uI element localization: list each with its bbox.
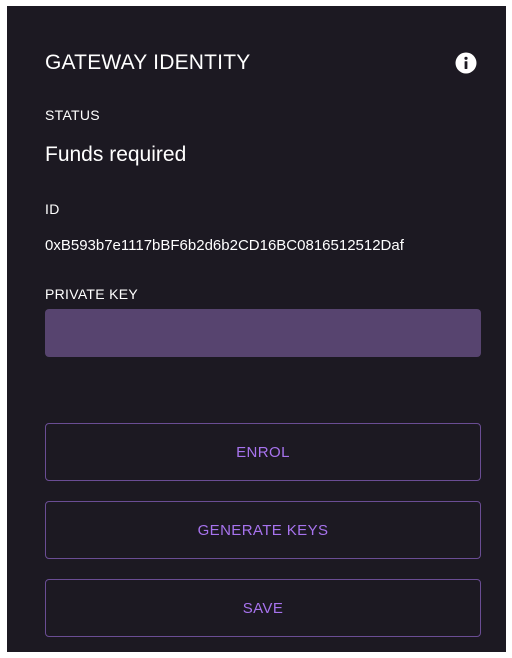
private-key-label: PRIVATE KEY	[45, 286, 139, 302]
id-value: 0xB593b7e1117bBF6b2d6b2CD16BC0816512512D…	[45, 237, 404, 254]
private-key-input[interactable]	[45, 309, 481, 357]
status-label: STATUS	[45, 107, 100, 123]
info-icon[interactable]	[455, 52, 477, 74]
save-button[interactable]: SAVE	[45, 579, 481, 637]
status-value: Funds required	[45, 143, 187, 166]
enrol-button[interactable]: ENROL	[45, 423, 481, 481]
generate-keys-button[interactable]: GENERATE KEYS	[45, 501, 481, 559]
gateway-identity-panel: GATEWAY IDENTITY STATUS Funds required I…	[7, 6, 506, 652]
panel-title: GATEWAY IDENTITY	[45, 51, 251, 74]
id-label: ID	[45, 201, 60, 217]
